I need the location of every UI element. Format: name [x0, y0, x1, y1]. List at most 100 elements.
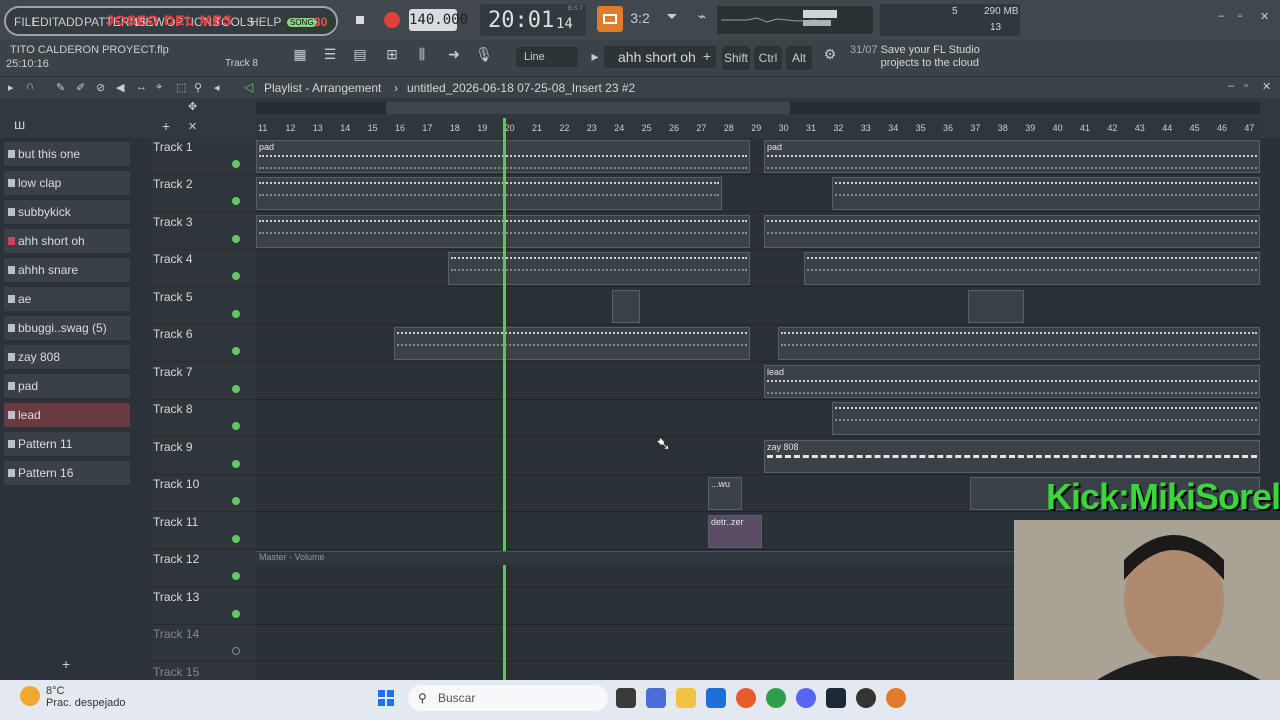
track-header[interactable]: Track 13 [150, 588, 256, 625]
close-icon[interactable]: ✕ [1260, 10, 1269, 23]
track-mute-led[interactable] [232, 497, 240, 505]
play-icon[interactable]: ◁ [244, 80, 253, 94]
task-view-icon[interactable] [616, 688, 636, 708]
channel-item[interactable]: but this one [4, 142, 130, 166]
track-mute-led[interactable] [232, 572, 240, 580]
track-header[interactable]: Track 4 [150, 250, 256, 287]
pattern-number[interactable]: 3:2 [628, 10, 652, 30]
zoom-tool-icon[interactable]: ⚲ [194, 81, 202, 94]
pattern-clip[interactable] [448, 252, 750, 285]
audio-clip[interactable]: detr..zer [708, 515, 762, 548]
metronome-icon[interactable]: ⌁ [690, 8, 714, 32]
pattern-clip[interactable] [764, 215, 1260, 248]
track-header[interactable]: Track 1 [150, 138, 256, 175]
shift-key-button[interactable]: Shift [722, 46, 750, 70]
track-mute-led[interactable] [232, 647, 240, 655]
snap-select[interactable]: Line [516, 47, 578, 67]
piano-view-icon[interactable]: ш [14, 116, 25, 132]
paint-tool-icon[interactable]: ✐ [76, 81, 85, 94]
playhead[interactable] [503, 118, 506, 680]
channel-item[interactable]: ahh short oh [4, 229, 130, 253]
channel-item[interactable]: lead [4, 403, 130, 427]
channel-item[interactable]: zay 808 [4, 345, 130, 369]
track-mute-led[interactable] [232, 347, 240, 355]
news-icon[interactable]: ⚙ [818, 46, 842, 70]
track-header[interactable]: Track 8 [150, 400, 256, 437]
obs-icon[interactable] [856, 688, 876, 708]
pattern-mode-button[interactable] [597, 6, 623, 32]
channel-rack-icon[interactable]: ☰ [318, 46, 342, 70]
track-mute-led[interactable] [232, 272, 240, 280]
menu-help[interactable]: HELP [250, 15, 281, 29]
pattern-clip[interactable] [968, 290, 1024, 323]
playlist-icon[interactable]: ▦ [288, 46, 312, 70]
track-header[interactable]: Track 14 [150, 625, 256, 662]
steam-icon[interactable] [826, 688, 846, 708]
menu-add[interactable]: ADD [58, 15, 83, 29]
automation-clip[interactable]: Master - Volume [256, 551, 1014, 565]
track-mute-led[interactable] [232, 422, 240, 430]
pattern-clip[interactable] [612, 290, 640, 323]
channel-item[interactable]: pad [4, 374, 130, 398]
track-mute-led[interactable] [232, 385, 240, 393]
playlist-minimize-icon[interactable]: – [1228, 80, 1234, 92]
channel-item[interactable]: low clap [4, 171, 130, 195]
pattern-clip[interactable]: pad [764, 140, 1260, 173]
timeline-ruler[interactable]: 11 12 13 14 15 16 17 18 19 20 21 22 23 24 25 26 27 28 29 30… [256, 118, 1260, 138]
track-header[interactable]: Track 9 [150, 438, 256, 475]
magnet-icon[interactable]: ∩ [26, 80, 34, 92]
pattern-prev-icon[interactable]: ▸ [588, 48, 602, 68]
track-header[interactable]: Track 7 [150, 363, 256, 400]
record-button[interactable] [380, 8, 404, 32]
track-header[interactable]: Track 6 [150, 325, 256, 362]
overview-scroll-thumb[interactable] [386, 102, 790, 114]
track-header[interactable]: Track 3 [150, 213, 256, 250]
stop-button[interactable] [348, 8, 372, 32]
browser-arrow-icon[interactable]: ➜ [442, 46, 466, 70]
pattern-clip[interactable] [394, 327, 750, 360]
track-mute-led[interactable] [232, 535, 240, 543]
piano-roll-icon[interactable]: ▤ [348, 46, 372, 70]
fl-studio-icon[interactable] [886, 688, 906, 708]
microphone-icon[interactable]: 🎙 [472, 46, 496, 70]
zoom-handle-icon[interactable]: ✥ [188, 100, 197, 113]
delete-tool-icon[interactable]: ⊘ [96, 81, 105, 94]
pattern-clip[interactable] [778, 327, 1260, 360]
playlist-arrangement-name[interactable]: untitled_2026-06-18 07-25-08_Insert 23 #… [407, 81, 635, 95]
menu-edit[interactable]: EDIT [32, 15, 59, 29]
minimize-icon[interactable]: – [1218, 10, 1224, 22]
widgets-icon[interactable] [646, 688, 666, 708]
taskbar-search[interactable]: ⚲ Buscar [408, 685, 608, 711]
track-header[interactable]: Track 10 [150, 475, 256, 512]
song-mode-toggle[interactable]: SONG 30 [284, 14, 336, 32]
maximize-icon[interactable]: ▫ [1238, 10, 1242, 22]
slip-tool-icon[interactable]: ↔ [136, 81, 147, 93]
track-header[interactable]: Track 5 [150, 288, 256, 325]
pattern-clip[interactable] [804, 252, 1260, 285]
discord-icon[interactable] [796, 688, 816, 708]
track-mute-led[interactable] [232, 610, 240, 618]
channel-item[interactable]: bbuggi..swag (5) [4, 316, 130, 340]
draw-tool-icon[interactable]: ✎ [56, 81, 65, 94]
track-mute-led[interactable] [232, 197, 240, 205]
brave-browser-icon[interactable] [736, 688, 756, 708]
track-mute-led[interactable] [232, 160, 240, 168]
track-header[interactable]: Track 2 [150, 175, 256, 212]
chrome-icon[interactable] [766, 688, 786, 708]
clear-icon[interactable]: ✕ [188, 120, 197, 133]
overview-scrollbar[interactable] [256, 102, 1260, 114]
wait-input-icon[interactable]: ⏷ [660, 8, 684, 32]
track-header[interactable]: Track 11 [150, 513, 256, 550]
add-track-icon[interactable]: + [162, 118, 170, 134]
channel-item[interactable]: Pattern 16 [4, 461, 130, 485]
file-explorer-icon[interactable] [676, 688, 696, 708]
mute-tool-icon[interactable]: ◀ [116, 81, 124, 94]
track-header[interactable]: Track 12 [150, 550, 256, 587]
playlist-close-icon[interactable]: ✕ [1262, 80, 1271, 93]
pattern-clip[interactable]: zay 808 [764, 440, 1260, 473]
slice-tool-icon[interactable]: ⌖ [156, 81, 162, 94]
audio-clip[interactable]: ...wu [708, 477, 742, 510]
select-tool-icon[interactable]: ⬚ [176, 81, 186, 94]
alt-key-button[interactable]: Alt [786, 46, 812, 70]
weather-widget[interactable]: 8°C Prac. despejado [46, 685, 126, 709]
